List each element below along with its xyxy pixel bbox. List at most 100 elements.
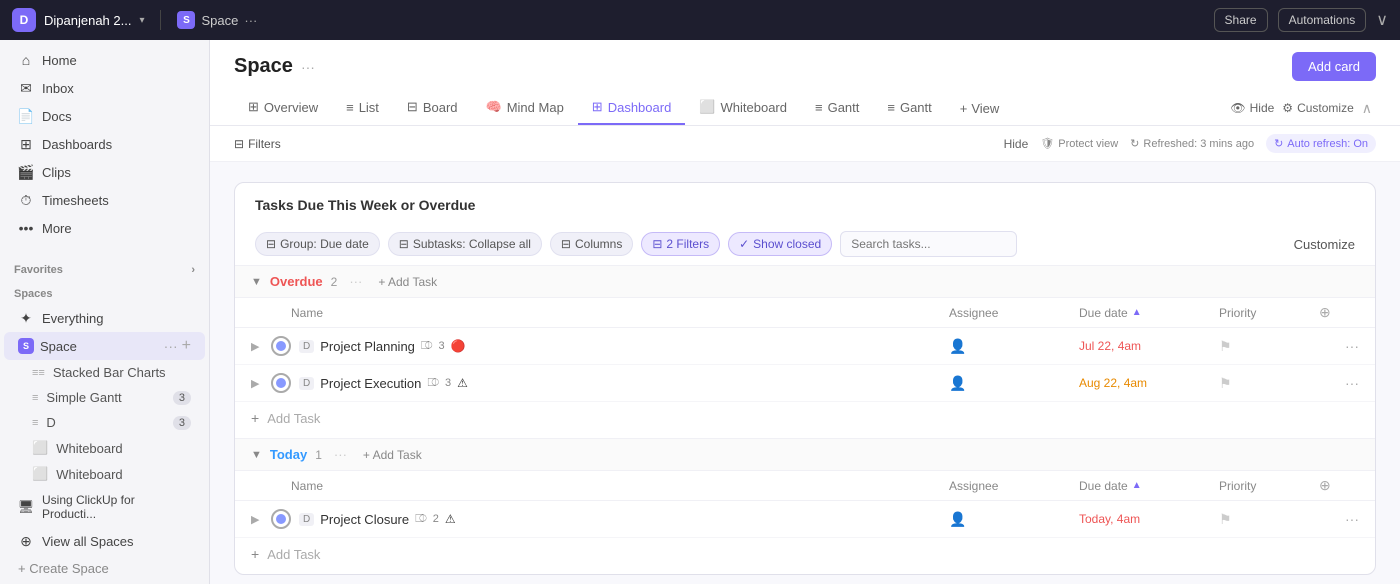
filters-chip-label: 2 Filters bbox=[666, 237, 709, 251]
widget-customize-button[interactable]: Customize bbox=[1294, 237, 1355, 252]
sidebar-item-space[interactable]: S Space ··· + bbox=[4, 332, 205, 360]
add-card-button[interactable]: Add card bbox=[1292, 52, 1376, 81]
list-icon: ≡≡ bbox=[32, 367, 45, 379]
space-dots-button[interactable]: ··· bbox=[164, 338, 178, 354]
refresh-status: ↻ Refreshed: 3 mins ago bbox=[1130, 137, 1254, 150]
sidebar-item-timesheets[interactable]: ⏱ Timesheets bbox=[4, 186, 205, 214]
task2-name[interactable]: Project Execution bbox=[320, 376, 421, 391]
task3-expand-icon[interactable]: ▶ bbox=[251, 513, 271, 526]
tab-overview[interactable]: ⊞ Overview bbox=[234, 91, 332, 125]
task1-name[interactable]: Project Planning bbox=[320, 339, 415, 354]
topbar-chevron-icon[interactable]: ∨ bbox=[1376, 10, 1388, 30]
clips-icon: 🎬 bbox=[18, 164, 34, 180]
task3-status[interactable] bbox=[271, 509, 291, 529]
col-header-due[interactable]: Due date ▲ bbox=[1079, 306, 1219, 320]
sidebar-item-view-all-spaces[interactable]: ⊕ View all Spaces bbox=[4, 527, 205, 555]
add-task-overdue-button[interactable]: + Add Task bbox=[378, 275, 437, 289]
tab-board-label: Board bbox=[423, 100, 458, 115]
sidebar-item-clips[interactable]: 🎬 Clips bbox=[4, 158, 205, 186]
task3-more-button[interactable]: ··· bbox=[1319, 511, 1359, 527]
task2-d-badge: D bbox=[299, 377, 314, 390]
search-input[interactable] bbox=[840, 231, 1017, 257]
overdue-toggle[interactable]: ▼ bbox=[251, 276, 262, 288]
group-chip[interactable]: ⊟ Group: Due date bbox=[255, 232, 380, 256]
status-circle bbox=[276, 341, 286, 351]
customize-button[interactable]: ⚙ Customize bbox=[1282, 101, 1353, 115]
view-button[interactable]: + View bbox=[946, 93, 1014, 124]
sidebar-item-d[interactable]: ≡ D 3 bbox=[4, 410, 205, 435]
add-task-today-label[interactable]: Add Task bbox=[267, 547, 320, 562]
subtasks-chip[interactable]: ⊟ Subtasks: Collapse all bbox=[388, 232, 542, 256]
gear-icon: ⚙ bbox=[1282, 101, 1293, 115]
task2-status[interactable] bbox=[271, 373, 291, 393]
status-circle bbox=[276, 378, 286, 388]
show-closed-chip[interactable]: ✓ Show closed bbox=[728, 232, 832, 256]
columns-icon: ⊟ bbox=[561, 237, 571, 251]
sidebar-item-inbox[interactable]: ✉ Inbox bbox=[4, 74, 205, 102]
tab-mindmap-label: Mind Map bbox=[507, 100, 564, 115]
sidebar-item-create-space[interactable]: + Create Space bbox=[4, 555, 205, 582]
automations-button[interactable]: Automations bbox=[1278, 8, 1367, 32]
sidebar-label-whiteboard-1: Whiteboard bbox=[56, 441, 122, 456]
sidebar-item-dashboards[interactable]: ⊞ Dashboards bbox=[4, 130, 205, 158]
sidebar-item-using-clickup[interactable]: 🖥 Using ClickUp for Producti... bbox=[4, 487, 205, 527]
filters-hide-button[interactable]: Hide bbox=[1004, 137, 1029, 151]
task2-more-button[interactable]: ··· bbox=[1319, 375, 1359, 391]
assignee3-icon: 👤 bbox=[949, 511, 966, 527]
favorites-chevron-icon[interactable]: › bbox=[191, 264, 195, 276]
task2-subtask-count: 3 bbox=[445, 377, 451, 389]
hide-button[interactable]: 👁 Hide bbox=[1230, 101, 1274, 115]
task2-expand-icon[interactable]: ▶ bbox=[251, 377, 271, 390]
sidebar-item-simple-gantt[interactable]: ≡ Simple Gantt 3 bbox=[4, 385, 205, 410]
task2-name-col: D Project Execution ⎄ 3 ⚠ bbox=[299, 376, 949, 391]
tab-gantt2[interactable]: ≡ Gantt bbox=[873, 92, 945, 125]
clock-icon: ⊕ bbox=[1319, 304, 1331, 320]
space-plus-button[interactable]: + bbox=[182, 337, 191, 355]
tab-gantt1[interactable]: ≡ Gantt bbox=[801, 92, 873, 125]
whiteboard1-icon: ⬜ bbox=[32, 440, 48, 456]
timesheets-icon: ⏱ bbox=[18, 192, 34, 208]
tab-list-label: List bbox=[359, 100, 379, 115]
task1-more-button[interactable]: ··· bbox=[1319, 338, 1359, 354]
workspace-chevron-icon[interactable]: ▾ bbox=[139, 15, 144, 26]
overdue-dots[interactable]: ··· bbox=[349, 274, 362, 289]
task3-name[interactable]: Project Closure bbox=[320, 512, 409, 527]
collapse-button[interactable]: ∧ bbox=[1362, 100, 1372, 117]
today-dots[interactable]: ··· bbox=[334, 447, 347, 462]
tab-list[interactable]: ≡ List bbox=[332, 92, 393, 125]
sidebar-label-view-all: View all Spaces bbox=[42, 534, 134, 549]
space-icon: S bbox=[177, 11, 195, 29]
sidebar-item-whiteboard-1[interactable]: ⬜ Whiteboard bbox=[4, 435, 205, 461]
sidebar-item-docs[interactable]: 📄 Docs bbox=[4, 102, 205, 130]
workspace-badge[interactable]: D bbox=[12, 8, 36, 32]
topbar-space-ellipsis[interactable]: ··· bbox=[244, 13, 257, 28]
tab-mindmap[interactable]: 🧠 Mind Map bbox=[472, 91, 578, 125]
task-table-area[interactable]: ▼ Overdue 2 ··· + Add Task Name Assignee… bbox=[235, 265, 1375, 574]
sidebar-item-everything[interactable]: ✦ Everything bbox=[4, 304, 205, 332]
filter-icon: ⊟ bbox=[234, 137, 244, 151]
tab-dashboard[interactable]: ⊞ Dashboard bbox=[578, 91, 686, 125]
sidebar-item-whiteboard-2[interactable]: ⬜ Whiteboard bbox=[4, 461, 205, 487]
tab-whiteboard[interactable]: ⬜ Whiteboard bbox=[685, 91, 801, 125]
page-title-ellipsis[interactable]: ··· bbox=[301, 59, 315, 75]
add-task-label[interactable]: Add Task bbox=[267, 411, 320, 426]
due-date-label-t: Due date bbox=[1079, 479, 1128, 493]
today-toggle[interactable]: ▼ bbox=[251, 449, 262, 461]
add-task-today-button[interactable]: + Add Task bbox=[363, 448, 422, 462]
filters-button[interactable]: ⊟ Filters bbox=[234, 137, 281, 151]
columns-chip[interactable]: ⊟ Columns bbox=[550, 232, 633, 256]
task1-d-badge: D bbox=[299, 340, 314, 353]
sidebar-space-name: Space bbox=[40, 339, 77, 354]
toolbar-row: ⊟ Group: Due date ⊟ Subtasks: Collapse a… bbox=[235, 223, 1375, 265]
task1-status[interactable] bbox=[271, 336, 291, 356]
task3-priority: ⚑ bbox=[1219, 511, 1319, 528]
share-button[interactable]: Share bbox=[1214, 8, 1268, 32]
col-header-due-t[interactable]: Due date ▲ bbox=[1079, 479, 1219, 493]
tab-board[interactable]: ⊟ Board bbox=[393, 91, 472, 125]
sidebar-item-more[interactable]: ••• More bbox=[4, 214, 205, 242]
auto-refresh-toggle[interactable]: ↻ Auto refresh: On bbox=[1266, 134, 1376, 153]
sidebar-item-home[interactable]: ⌂ Home bbox=[4, 46, 205, 74]
task1-expand-icon[interactable]: ▶ bbox=[251, 340, 271, 353]
sidebar-item-stacked-bar-charts[interactable]: ≡≡ Stacked Bar Charts bbox=[4, 360, 205, 385]
filters-chip[interactable]: ⊟ 2 Filters bbox=[641, 232, 720, 256]
